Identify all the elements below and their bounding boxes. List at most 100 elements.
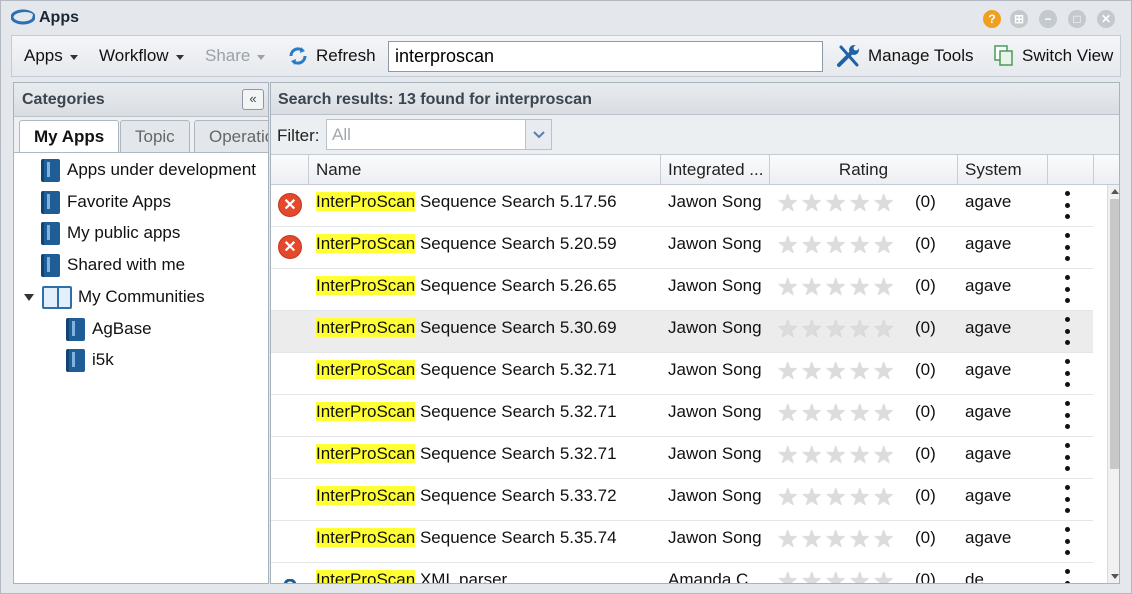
more-options-icon[interactable] — [1063, 359, 1071, 387]
rating-stars[interactable]: ★ ★ ★ ★ ★ — [777, 360, 897, 385]
filter-select[interactable]: All — [326, 119, 552, 150]
star-icon[interactable]: ★ — [849, 192, 873, 217]
star-icon[interactable]: ★ — [801, 192, 825, 217]
star-icon[interactable]: ★ — [849, 528, 873, 553]
close-icon[interactable]: ✕ — [1097, 10, 1115, 28]
share-menu[interactable]: Share — [205, 36, 266, 76]
star-icon[interactable]: ★ — [801, 402, 825, 427]
apps-menu[interactable]: Apps — [24, 36, 78, 76]
help-icon[interactable]: ? — [983, 10, 1001, 28]
star-icon[interactable]: ★ — [777, 276, 801, 301]
maximize-icon[interactable]: □ — [1068, 10, 1086, 28]
star-icon[interactable]: ★ — [825, 528, 849, 553]
table-row[interactable]: ✕ InterProScan Sequence Search 5.17.56 Jaw… — [271, 185, 1093, 227]
star-icon[interactable]: ★ — [849, 318, 873, 343]
tab-operation[interactable]: Operation — [194, 120, 268, 152]
expand-triangle-icon[interactable] — [24, 293, 34, 301]
star-icon[interactable]: ★ — [777, 570, 801, 584]
star-icon[interactable]: ★ — [777, 192, 801, 217]
star-icon[interactable]: ★ — [777, 486, 801, 511]
column-header-name[interactable]: Name — [309, 155, 661, 185]
app-name-link[interactable]: InterProScan Sequence Search 5.33.72 — [316, 479, 656, 521]
manage-tools-button[interactable]: Manage Tools — [836, 36, 974, 76]
star-icon[interactable]: ★ — [873, 486, 897, 511]
star-icon[interactable]: ★ — [801, 486, 825, 511]
app-name-link[interactable]: InterProScan Sequence Search 5.32.71 — [316, 437, 656, 479]
star-icon[interactable]: ★ — [801, 444, 825, 469]
star-icon[interactable]: ★ — [849, 402, 873, 427]
column-header-system[interactable]: System — [958, 155, 1048, 185]
table-row[interactable]: InterProScan Sequence Search 5.32.71 Jawo… — [271, 437, 1093, 479]
star-icon[interactable]: ★ — [777, 318, 801, 343]
tab-my-apps[interactable]: My Apps — [19, 120, 120, 152]
column-header-rating[interactable]: Rating — [770, 155, 958, 185]
search-input[interactable] — [388, 41, 823, 72]
column-header-integrator[interactable]: Integrated ... — [661, 155, 770, 185]
star-icon[interactable]: ★ — [825, 276, 849, 301]
minimize-icon[interactable]: − — [1039, 10, 1057, 28]
more-options-icon[interactable] — [1063, 527, 1071, 555]
star-icon[interactable]: ★ — [825, 570, 849, 584]
star-icon[interactable]: ★ — [873, 444, 897, 469]
tree-item-shared-with-me[interactable]: Shared with me — [41, 251, 185, 279]
refresh-button[interactable]: Refresh — [287, 36, 376, 76]
scrollbar-thumb[interactable] — [1110, 199, 1119, 469]
more-options-icon[interactable] — [1063, 569, 1071, 583]
tree-item-favorite-apps[interactable]: Favorite Apps — [41, 188, 171, 216]
table-row[interactable]: InterProScan Sequence Search 5.33.72 Jawo… — [271, 479, 1093, 521]
table-row[interactable]: InterProScan XML parser Amanda C... ★ ★ ★ ★ ★(… — [271, 563, 1093, 583]
more-options-icon[interactable] — [1063, 485, 1071, 513]
table-row[interactable]: InterProScan Sequence Search 5.30.69 Jawo… — [271, 311, 1093, 353]
more-options-icon[interactable] — [1063, 443, 1071, 471]
star-icon[interactable]: ★ — [873, 318, 897, 343]
star-icon[interactable]: ★ — [873, 528, 897, 553]
star-icon[interactable]: ★ — [777, 528, 801, 553]
rating-stars[interactable]: ★ ★ ★ ★ ★ — [777, 276, 897, 301]
star-icon[interactable]: ★ — [825, 486, 849, 511]
star-icon[interactable]: ★ — [801, 528, 825, 553]
star-icon[interactable]: ★ — [777, 402, 801, 427]
star-icon[interactable]: ★ — [873, 234, 897, 259]
tree-item-my-communities[interactable]: My Communities — [24, 283, 205, 311]
more-options-icon[interactable] — [1063, 317, 1071, 345]
star-icon[interactable]: ★ — [873, 192, 897, 217]
star-icon[interactable]: ★ — [825, 192, 849, 217]
star-icon[interactable]: ★ — [801, 570, 825, 584]
star-icon[interactable]: ★ — [849, 444, 873, 469]
star-icon[interactable]: ★ — [777, 444, 801, 469]
star-icon[interactable]: ★ — [873, 276, 897, 301]
more-options-icon[interactable] — [1063, 275, 1071, 303]
star-icon[interactable]: ★ — [873, 570, 897, 584]
rating-stars[interactable]: ★ ★ ★ ★ ★ — [777, 528, 897, 553]
tree-item-agbase[interactable]: AgBase — [66, 315, 152, 343]
scroll-up-icon[interactable] — [1111, 189, 1119, 194]
table-row[interactable]: InterProScan Sequence Search 5.26.65 Jawo… — [271, 269, 1093, 311]
app-name-link[interactable]: InterProScan Sequence Search 5.32.71 — [316, 353, 656, 395]
star-icon[interactable]: ★ — [825, 234, 849, 259]
more-options-icon[interactable] — [1063, 233, 1071, 261]
star-icon[interactable]: ★ — [825, 318, 849, 343]
app-name-link[interactable]: InterProScan Sequence Search 5.26.65 — [316, 269, 656, 311]
table-row[interactable]: InterProScan Sequence Search 5.35.74 Jawo… — [271, 521, 1093, 563]
table-row[interactable]: InterProScan Sequence Search 5.32.71 Jawo… — [271, 353, 1093, 395]
table-row[interactable]: ✕ InterProScan Sequence Search 5.20.59 Jaw… — [271, 227, 1093, 269]
star-icon[interactable]: ★ — [825, 444, 849, 469]
app-name-link[interactable]: InterProScan Sequence Search 5.32.71 — [316, 395, 656, 437]
star-icon[interactable]: ★ — [825, 360, 849, 385]
rating-stars[interactable]: ★ ★ ★ ★ ★ — [777, 318, 897, 343]
star-icon[interactable]: ★ — [849, 276, 873, 301]
star-icon[interactable]: ★ — [849, 360, 873, 385]
rating-stars[interactable]: ★ ★ ★ ★ ★ — [777, 192, 897, 217]
rating-stars[interactable]: ★ ★ ★ ★ ★ — [777, 444, 897, 469]
scroll-down-icon[interactable] — [1111, 574, 1119, 579]
app-name-link[interactable]: InterProScan Sequence Search 5.20.59 — [316, 227, 656, 269]
star-icon[interactable]: ★ — [849, 234, 873, 259]
star-icon[interactable]: ★ — [849, 486, 873, 511]
results-scrollbar[interactable] — [1107, 185, 1119, 583]
star-icon[interactable]: ★ — [801, 234, 825, 259]
app-name-link[interactable]: InterProScan Sequence Search 5.35.74 — [316, 521, 656, 563]
table-row[interactable]: InterProScan Sequence Search 5.32.71 Jawo… — [271, 395, 1093, 437]
filter-dropdown-button[interactable] — [525, 120, 551, 149]
rating-stars[interactable]: ★ ★ ★ ★ ★ — [777, 486, 897, 511]
rating-stars[interactable]: ★ ★ ★ ★ ★ — [777, 234, 897, 259]
